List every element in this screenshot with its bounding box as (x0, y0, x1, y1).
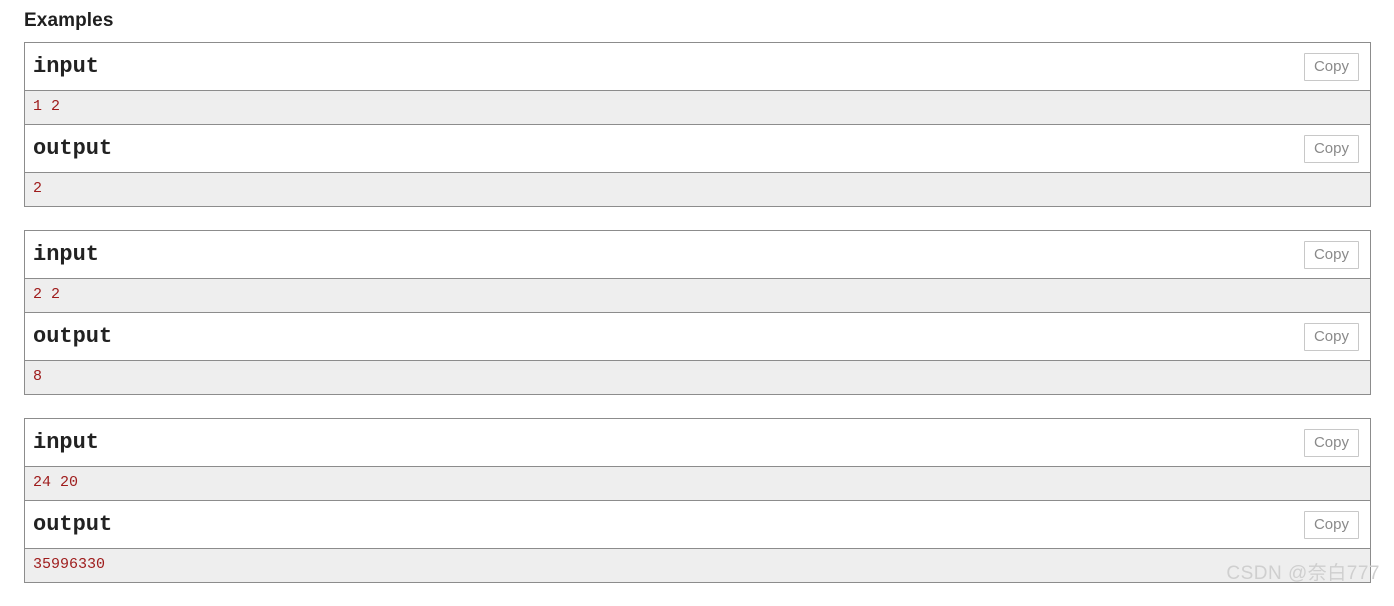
page-title: Examples (24, 10, 114, 31)
input-title: input Copy (25, 231, 1370, 278)
input-title-label: input (33, 242, 100, 267)
output-data: 35996330 (25, 548, 1370, 583)
input-block: input Copy 24 20 (25, 419, 1370, 501)
input-data: 2 2 (25, 278, 1370, 313)
sample-test: input Copy 2 2 output Copy 8 (24, 230, 1371, 395)
input-data: 24 20 (25, 466, 1370, 501)
output-title: output Copy (25, 125, 1370, 172)
input-title: input Copy (25, 43, 1370, 90)
output-block: output Copy 35996330 (25, 501, 1370, 583)
output-block: output Copy 2 (25, 125, 1370, 207)
sample-test: input Copy 24 20 output Copy 35996330 (24, 418, 1371, 583)
output-title: output Copy (25, 501, 1370, 548)
output-title: output Copy (25, 313, 1370, 360)
output-block: output Copy 8 (25, 313, 1370, 395)
copy-input-button[interactable]: Copy (1303, 240, 1359, 269)
examples-page: Examples input Copy 1 2 output Copy 2 in… (0, 0, 1394, 597)
input-title-label: input (33, 54, 100, 79)
copy-output-button[interactable]: Copy (1303, 510, 1359, 539)
output-title-label: output (33, 136, 113, 161)
examples-list: input Copy 1 2 output Copy 2 input Copy (24, 42, 1371, 606)
copy-output-button[interactable]: Copy (1303, 134, 1359, 163)
input-title-label: input (33, 430, 100, 455)
copy-output-button[interactable]: Copy (1303, 322, 1359, 351)
output-title-label: output (33, 512, 113, 537)
output-data: 2 (25, 172, 1370, 207)
input-block: input Copy 1 2 (25, 43, 1370, 125)
output-data: 8 (25, 360, 1370, 395)
copy-input-button[interactable]: Copy (1303, 52, 1359, 81)
copy-input-button[interactable]: Copy (1303, 428, 1359, 457)
sample-test: input Copy 1 2 output Copy 2 (24, 42, 1371, 207)
input-block: input Copy 2 2 (25, 231, 1370, 313)
input-title: input Copy (25, 419, 1370, 466)
input-data: 1 2 (25, 90, 1370, 125)
output-title-label: output (33, 324, 113, 349)
